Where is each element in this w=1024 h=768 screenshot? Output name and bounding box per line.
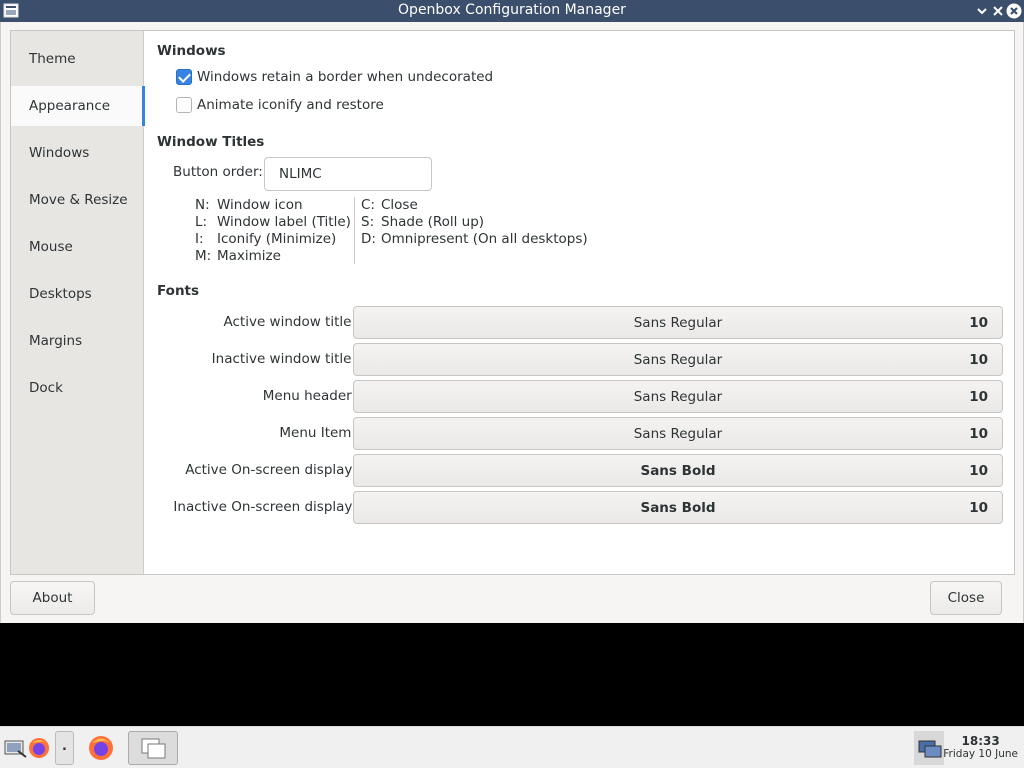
taskbar: . 18:33 Friday 10 June	[0, 726, 1024, 768]
legend-divider	[354, 197, 355, 264]
retain-border-checkbox[interactable]	[176, 69, 192, 85]
button-legend-left: N: Window icon L: Window label (Title) I: I…	[195, 197, 351, 265]
legend-item: S: Shade (Roll up)	[361, 214, 485, 230]
legend-item: I: Iconify (Minimize)	[195, 231, 337, 247]
about-button[interactable]: About	[10, 581, 95, 615]
sidebar-item-move-resize[interactable]: Move & Resize	[11, 180, 144, 220]
minimize-icon[interactable]	[974, 3, 990, 19]
launcher-separator[interactable]: .	[55, 731, 74, 765]
fonts-heading: Fonts	[157, 283, 200, 299]
animate-iconify-option[interactable]: Animate iconify and restore	[176, 96, 384, 114]
font-label-menu-header: Menu header:	[262, 388, 356, 404]
legend-item: D: Omnipresent (On all desktops)	[361, 231, 588, 247]
openbox-config-window: Theme Appearance Windows Move & Resize M…	[0, 22, 1024, 623]
button-order-input[interactable]: NLIMC	[264, 157, 432, 191]
clock-date: Friday 10 June	[943, 748, 1018, 760]
maximize-icon[interactable]	[990, 3, 1006, 19]
legend-item: M: Maximize	[195, 248, 281, 264]
font-label-active-osd: Active On-screen display:	[185, 462, 356, 478]
sidebar-item-dock[interactable]: Dock	[11, 368, 144, 408]
clock[interactable]: 18:33 Friday 10 June	[943, 734, 1018, 760]
animate-iconify-checkbox[interactable]	[176, 97, 192, 113]
show-desktop-icon[interactable]	[4, 739, 28, 759]
font-button-menu-header[interactable]: Sans Regular 10	[353, 380, 1003, 413]
appearance-content: Windows Windows retain a border when und…	[145, 31, 1014, 574]
animate-iconify-label: Animate iconify and restore	[197, 97, 384, 113]
font-label-inactive-osd: Inactive On-screen display:	[173, 499, 356, 515]
button-legend-right: C: Close S: Shade (Roll up) D: Omnipresent …	[361, 197, 588, 248]
window-titles-heading: Window Titles	[157, 134, 265, 150]
font-label-menu-item: Menu Item:	[279, 425, 356, 441]
sidebar-item-theme[interactable]: Theme	[11, 39, 144, 79]
sidebar-item-appearance[interactable]: Appearance	[11, 86, 145, 126]
button-order-label: Button order:	[173, 164, 263, 180]
close-window-icon[interactable]	[1006, 3, 1022, 19]
sidebar: Theme Appearance Windows Move & Resize M…	[11, 31, 145, 574]
legend-item: L: Window label (Title)	[195, 214, 351, 230]
font-label-active-title: Active window title:	[223, 314, 356, 330]
font-button-inactive-osd[interactable]: Sans Bold 10	[353, 491, 1003, 524]
retain-border-label: Windows retain a border when undecorated	[197, 69, 494, 85]
sidebar-item-mouse[interactable]: Mouse	[11, 227, 144, 267]
window-titlebar[interactable]: Openbox Configuration Manager	[0, 0, 1024, 22]
firefox-task-icon[interactable]	[88, 735, 114, 761]
sidebar-item-windows[interactable]: Windows	[11, 133, 144, 173]
sidebar-item-margins[interactable]: Margins	[11, 321, 144, 361]
font-button-menu-item[interactable]: Sans Regular 10	[353, 417, 1003, 450]
sidebar-item-desktops[interactable]: Desktops	[11, 274, 144, 314]
font-button-inactive-title[interactable]: Sans Regular 10	[353, 343, 1003, 376]
legend-item: N: Window icon	[195, 197, 303, 213]
active-window-task[interactable]	[128, 731, 178, 765]
windows-heading: Windows	[157, 43, 226, 59]
font-label-inactive-title: Inactive window title:	[211, 351, 356, 367]
font-button-active-title[interactable]: Sans Regular 10	[353, 306, 1003, 339]
network-tray-icon[interactable]	[914, 731, 944, 765]
settings-panel: Theme Appearance Windows Move & Resize M…	[10, 30, 1015, 575]
font-button-active-osd[interactable]: Sans Bold 10	[353, 454, 1003, 487]
window-task-icon	[141, 738, 166, 759]
firefox-launcher-icon[interactable]	[28, 737, 50, 759]
clock-time: 18:33	[961, 734, 1000, 748]
window-title: Openbox Configuration Manager	[398, 2, 626, 18]
retain-border-option[interactable]: Windows retain a border when undecorated	[176, 68, 493, 86]
legend-item: C: Close	[361, 197, 418, 213]
close-button[interactable]: Close	[930, 581, 1002, 615]
